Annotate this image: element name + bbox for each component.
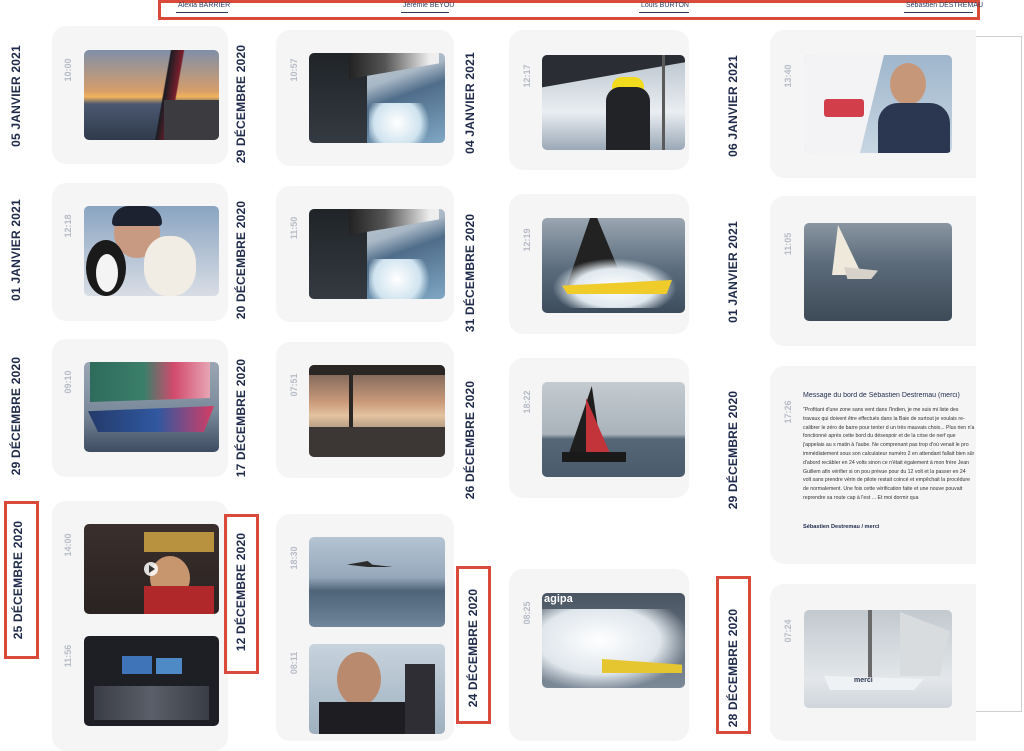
sailor-name-barrier[interactable]: Alexia BARRIER	[178, 2, 230, 9]
post-image-boat-pink-hull[interactable]	[84, 362, 219, 452]
post-image-red-sails[interactable]	[542, 382, 685, 477]
post-image-sunset-deck[interactable]	[84, 50, 219, 140]
post-image-sailor-portrait[interactable]	[804, 55, 952, 153]
post-image-agipa-sail-spray[interactable]: agipa	[542, 593, 685, 688]
post-image-merci-boat[interactable]: merci	[804, 610, 952, 708]
post-image-sailor-yellow-cap[interactable]	[542, 55, 685, 150]
sailor-name-destremau[interactable]: Sébastien DESTREMAU	[906, 2, 983, 9]
message-signature: Sébastien Destremau / merci	[803, 524, 880, 530]
post-image-boat-aerial[interactable]	[804, 223, 952, 321]
sailor-underline	[176, 12, 228, 13]
sailor-name-beyou[interactable]: Jérémie BEYOU	[403, 2, 454, 9]
sailor-name-burton[interactable]: Louis BURTON	[641, 2, 689, 9]
panel-border-bottom	[976, 711, 1022, 712]
sailor-underline	[639, 12, 689, 13]
post-image-plush-toys[interactable]	[84, 206, 219, 296]
post-image-foiling-bow[interactable]	[309, 209, 445, 299]
post-image-christmas-cabin[interactable]	[84, 524, 219, 614]
hull-lettering: merci	[854, 677, 873, 684]
post-image-nav-station[interactable]	[84, 636, 219, 726]
message-body: "Profitant d'une zone sans vent dans l'I…	[803, 407, 975, 501]
post-image-selfie-cockpit[interactable]	[309, 644, 445, 734]
sailor-underline	[904, 12, 973, 13]
panel-border-top	[976, 36, 1022, 37]
sailor-header	[158, 0, 980, 20]
post-image-albatross[interactable]	[309, 537, 445, 627]
post-image-cockpit-dawn[interactable]	[309, 365, 445, 457]
post-image-yellow-imoca[interactable]	[542, 218, 685, 313]
sail-lettering: agipa	[544, 593, 573, 605]
play-icon[interactable]	[144, 562, 158, 576]
message-title: Message du bord de Sébastien Destremau (…	[803, 392, 960, 399]
post-image-foiling-bow[interactable]	[309, 53, 445, 143]
sailor-underline	[401, 12, 449, 13]
panel-border-right	[1021, 36, 1022, 712]
